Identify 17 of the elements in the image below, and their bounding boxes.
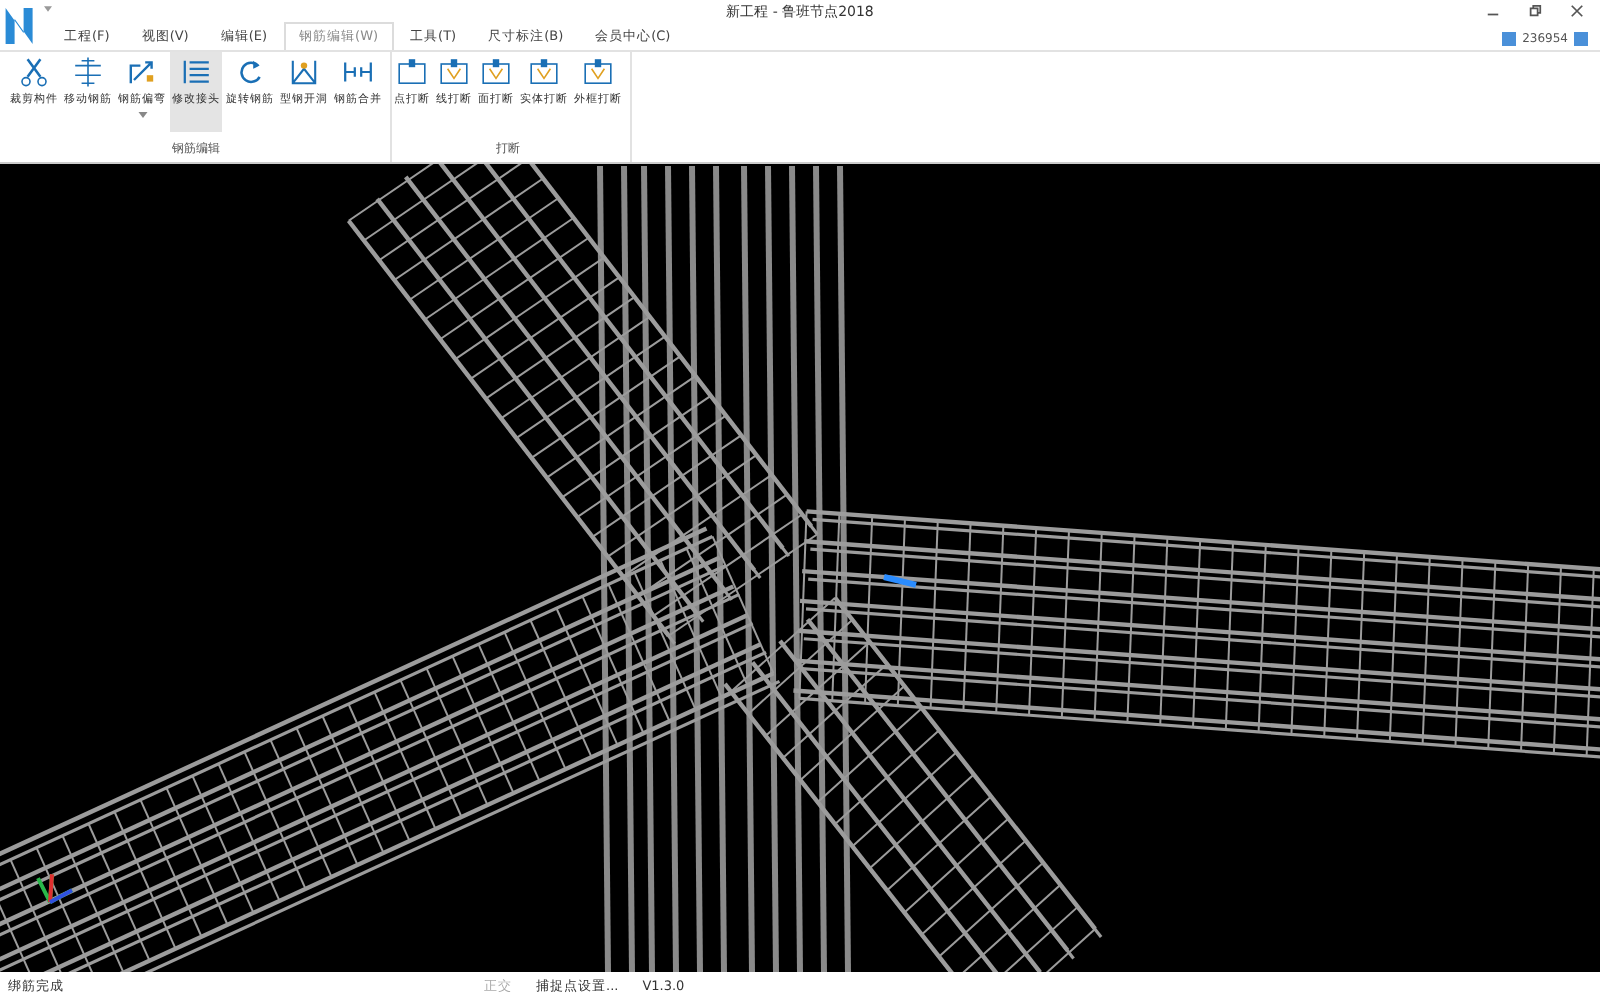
close-icon[interactable] <box>1570 4 1584 18</box>
axis-gizmo-icon <box>36 872 74 905</box>
tool-icon <box>438 56 470 88</box>
list-icon <box>180 56 212 88</box>
scissors-icon <box>18 56 50 88</box>
app-logo-icon <box>2 2 38 50</box>
tool-icon <box>480 56 512 88</box>
tool-icon <box>528 56 560 88</box>
restore-icon[interactable] <box>1528 4 1542 18</box>
rotate-icon <box>234 56 266 88</box>
tool-icon <box>582 56 614 88</box>
tool-icon <box>72 56 104 88</box>
tool-icon <box>126 56 158 88</box>
tool-icon <box>396 56 428 88</box>
tool-icon <box>342 56 374 88</box>
quick-access-caret-icon[interactable] <box>44 6 52 12</box>
tool-icon <box>288 56 320 88</box>
